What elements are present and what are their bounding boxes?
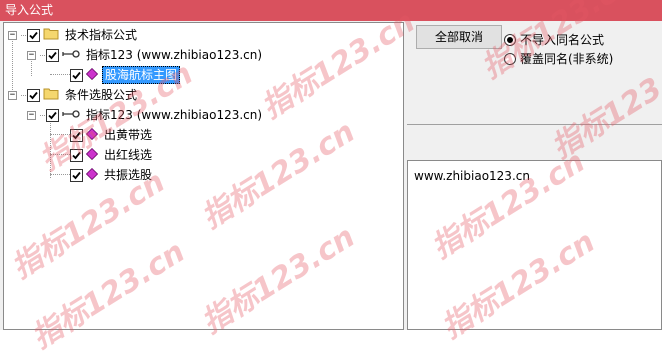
folder-icon <box>43 87 59 103</box>
tree-node[interactable]: 共振选股 <box>70 166 154 184</box>
title-bar: 导入公式 <box>0 0 662 21</box>
tree-checkbox[interactable] <box>70 168 83 182</box>
radio-overwrite-duplicates[interactable]: 覆盖同名(非系统) <box>504 50 613 67</box>
cancel-all-button[interactable]: 全部取消 <box>416 25 502 49</box>
radio-button[interactable] <box>504 33 516 46</box>
formula-info-box: www.zhibiao123.cn <box>407 160 662 330</box>
tree-connector <box>21 94 26 96</box>
radio-button[interactable] <box>504 52 516 65</box>
tree-connector <box>40 54 45 56</box>
window-title: 导入公式 <box>5 3 54 17</box>
tree-node[interactable]: − 技术指标公式 <box>8 26 139 44</box>
tree-node[interactable]: − 条件选股公式 <box>8 86 139 104</box>
radio-skip-duplicates[interactable]: 不导入同名公式 <box>504 31 604 48</box>
tree-checkbox[interactable] <box>70 128 83 142</box>
tree-node[interactable]: − 指标123 (www.zhibiao123.cn) <box>27 106 264 124</box>
tree-connector <box>50 174 72 175</box>
formula-diamond-icon <box>85 67 99 83</box>
divider <box>407 124 662 125</box>
tree-node-label: 技术指标公式 <box>65 28 138 42</box>
tree-checkbox[interactable] <box>27 28 40 42</box>
formula-diamond-icon <box>85 167 99 183</box>
collapse-toggle[interactable]: − <box>8 90 17 100</box>
collapse-toggle[interactable]: − <box>8 30 17 40</box>
tree-node-label: 出黄带选 <box>104 128 153 142</box>
tree-node-label: 出红线选 <box>104 148 153 162</box>
tree-node-label: 股海航标主图 <box>102 66 181 84</box>
radio-label: 覆盖同名(非系统) <box>520 52 614 66</box>
formula-diamond-icon <box>85 127 99 143</box>
key-icon <box>62 48 80 62</box>
collapse-toggle[interactable]: − <box>27 110 36 120</box>
tree-node[interactable]: 出黄带选 <box>70 126 154 144</box>
folder-icon <box>43 27 59 43</box>
formula-tree[interactable]: − 技术指标公式 − 指标123 (www.zhibiao123.cn) 股海航… <box>3 22 404 330</box>
tree-connector <box>40 114 45 116</box>
options-panel: 全部取消 不导入同名公式 覆盖同名(非系统) www.zhibiao123.cn <box>404 22 662 330</box>
key-icon <box>62 108 80 122</box>
tree-checkbox[interactable] <box>70 68 83 82</box>
tree-node[interactable]: 出红线选 <box>70 146 154 164</box>
tree-connector <box>50 123 51 178</box>
tree-node[interactable]: − 指标123 (www.zhibiao123.cn) <box>27 46 264 64</box>
tree-node-label: 共振选股 <box>104 168 153 182</box>
tree-node-label: 条件选股公式 <box>65 88 138 102</box>
tree-checkbox[interactable] <box>46 108 59 122</box>
tree-connector <box>21 34 26 36</box>
tree-node-label: 指标123 (www.zhibiao123.cn) <box>86 108 263 122</box>
import-formula-dialog: 导入公式 − 技术指标公式 − 指标123 (www.zhibiao123.cn… <box>0 0 662 356</box>
tree-checkbox[interactable] <box>27 88 40 102</box>
collapse-toggle[interactable]: − <box>27 50 36 60</box>
tree-node[interactable]: 股海航标主图 <box>70 66 181 84</box>
tree-checkbox[interactable] <box>46 48 59 62</box>
radio-label: 不导入同名公式 <box>520 33 605 47</box>
tree-node-label: 指标123 (www.zhibiao123.cn) <box>86 48 263 62</box>
tree-connector <box>50 134 72 135</box>
info-url: www.zhibiao123.cn <box>414 169 530 183</box>
formula-diamond-icon <box>85 147 99 163</box>
tree-connector <box>50 154 72 155</box>
tree-checkbox[interactable] <box>70 148 83 162</box>
tree-connector <box>50 74 72 75</box>
